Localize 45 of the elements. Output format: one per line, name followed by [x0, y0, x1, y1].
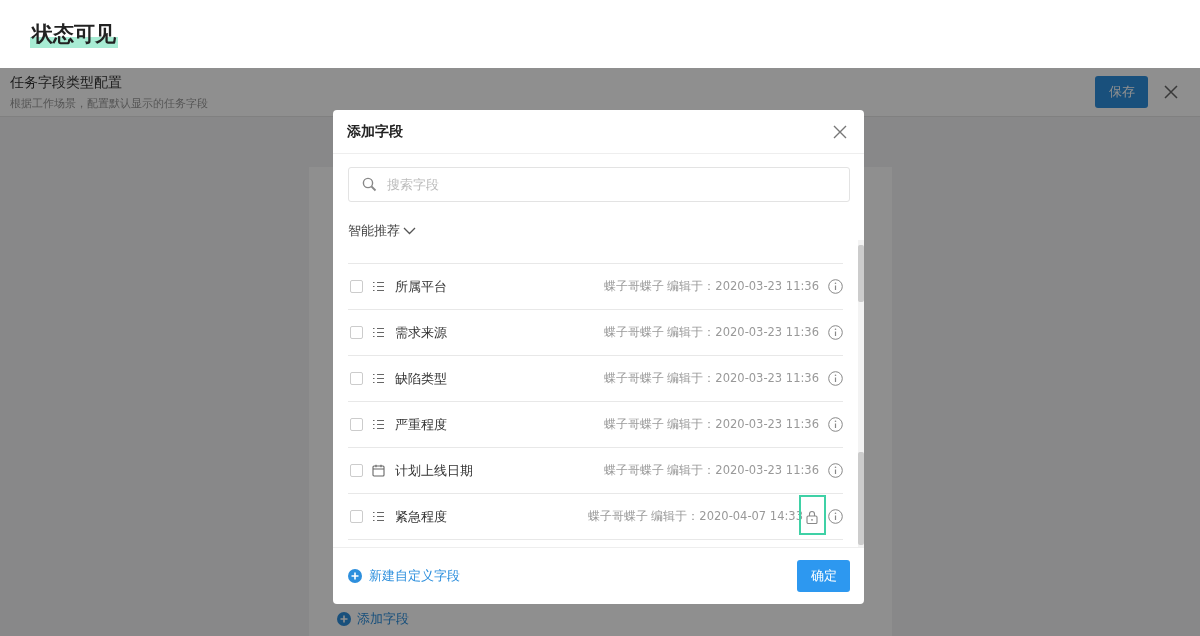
dialog-title: 添加字段 [347, 122, 403, 141]
add-icon [336, 612, 351, 626]
checkbox[interactable] [350, 418, 363, 431]
save-button[interactable]: 保存 [1095, 76, 1148, 108]
list-icon [372, 372, 385, 385]
edit-info: 蝶子哥蝶子 编辑于：2020-03-23 11:36 [603, 279, 819, 294]
chevron-down-icon [403, 227, 416, 235]
list-icon [372, 418, 385, 431]
field-name: 需求来源 [395, 323, 448, 342]
field-name: 严重程度 [395, 415, 448, 434]
checkbox[interactable] [350, 326, 363, 339]
checkbox[interactable] [350, 280, 363, 293]
plus-circle-icon [348, 569, 362, 583]
field-name: 所属平台 [395, 277, 448, 296]
add-field-link[interactable]: 添加字段 [356, 610, 409, 628]
page-title: 状态可见 [30, 20, 118, 48]
config-title: 任务字段类型配置 [10, 73, 123, 92]
list-icon [372, 326, 385, 339]
close-icon[interactable] [1164, 85, 1178, 99]
info-icon[interactable] [828, 417, 843, 432]
info-icon[interactable] [828, 371, 843, 386]
checkbox[interactable] [350, 464, 363, 477]
edit-info: 蝶子哥蝶子 编辑于：2020-03-23 11:36 [603, 325, 819, 340]
edit-info: 蝶子哥蝶子 编辑于：2020-03-23 11:36 [603, 371, 819, 386]
edit-info: 蝶子哥蝶子 编辑于：2020-03-23 11:36 [603, 463, 819, 478]
checkbox[interactable] [350, 510, 363, 523]
edit-info: 蝶子哥蝶子 编辑于：2020-03-23 11:36 [603, 417, 819, 432]
field-name: 紧急程度 [395, 507, 448, 526]
info-icon[interactable] [828, 509, 843, 524]
list-icon [372, 280, 385, 293]
search-icon [362, 177, 377, 192]
checkbox[interactable] [350, 372, 363, 385]
list-icon [372, 510, 385, 523]
info-icon[interactable] [828, 463, 843, 478]
search-field[interactable]: 搜索字段 [348, 167, 850, 202]
scrollbar[interactable] [858, 240, 864, 547]
field-name: 计划上线日期 [395, 461, 474, 480]
recommend-toggle[interactable]: 智能推荐 [348, 222, 416, 240]
field-name: 缺陷类型 [395, 369, 448, 388]
info-icon[interactable] [828, 325, 843, 340]
close-icon[interactable] [833, 124, 847, 139]
calendar-icon [372, 464, 385, 477]
info-icon[interactable] [828, 279, 843, 294]
new-custom-field-link[interactable]: 新建自定义字段 [369, 567, 460, 585]
confirm-button[interactable]: 确定 [797, 560, 850, 592]
